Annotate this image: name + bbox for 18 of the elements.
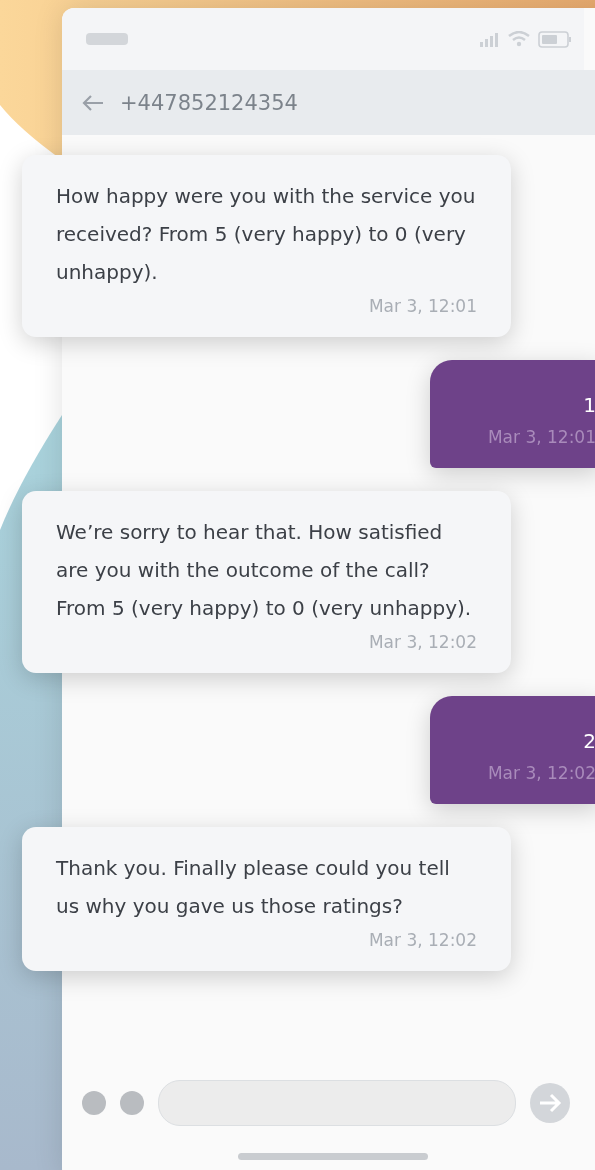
message-text: 2 [583, 728, 595, 755]
message-time: Mar 3, 12:02 [368, 631, 477, 654]
battery-icon [538, 30, 572, 48]
message-text: Thank you. Finally please could you tell us why you gave us those ratings? [56, 855, 451, 920]
message-input-field[interactable] [158, 1080, 516, 1126]
message-text: How happy were you with the service you received? From 5 (very happy) to 0 (very unhappy). [56, 183, 477, 286]
message-text: We’re sorry to hear that. How satisfied are you with the outcome of the call? From 5 (very happy) to 0 (very unhappy). [56, 519, 473, 622]
message-time: Mar 3, 12:02 [487, 762, 595, 785]
message-time: Mar 3, 12:02 [368, 929, 477, 952]
back-icon[interactable] [82, 93, 104, 112]
contact-number: +447852124354 [120, 90, 298, 115]
message-time: Mar 3, 12:01 [368, 295, 477, 318]
status-pill [86, 33, 128, 45]
wifi-icon [508, 31, 530, 47]
signal-icon [480, 31, 500, 47]
message-text: 1 [583, 392, 595, 419]
message-time: Mar 3, 12:01 [487, 426, 595, 449]
send-button[interactable] [530, 1083, 570, 1123]
